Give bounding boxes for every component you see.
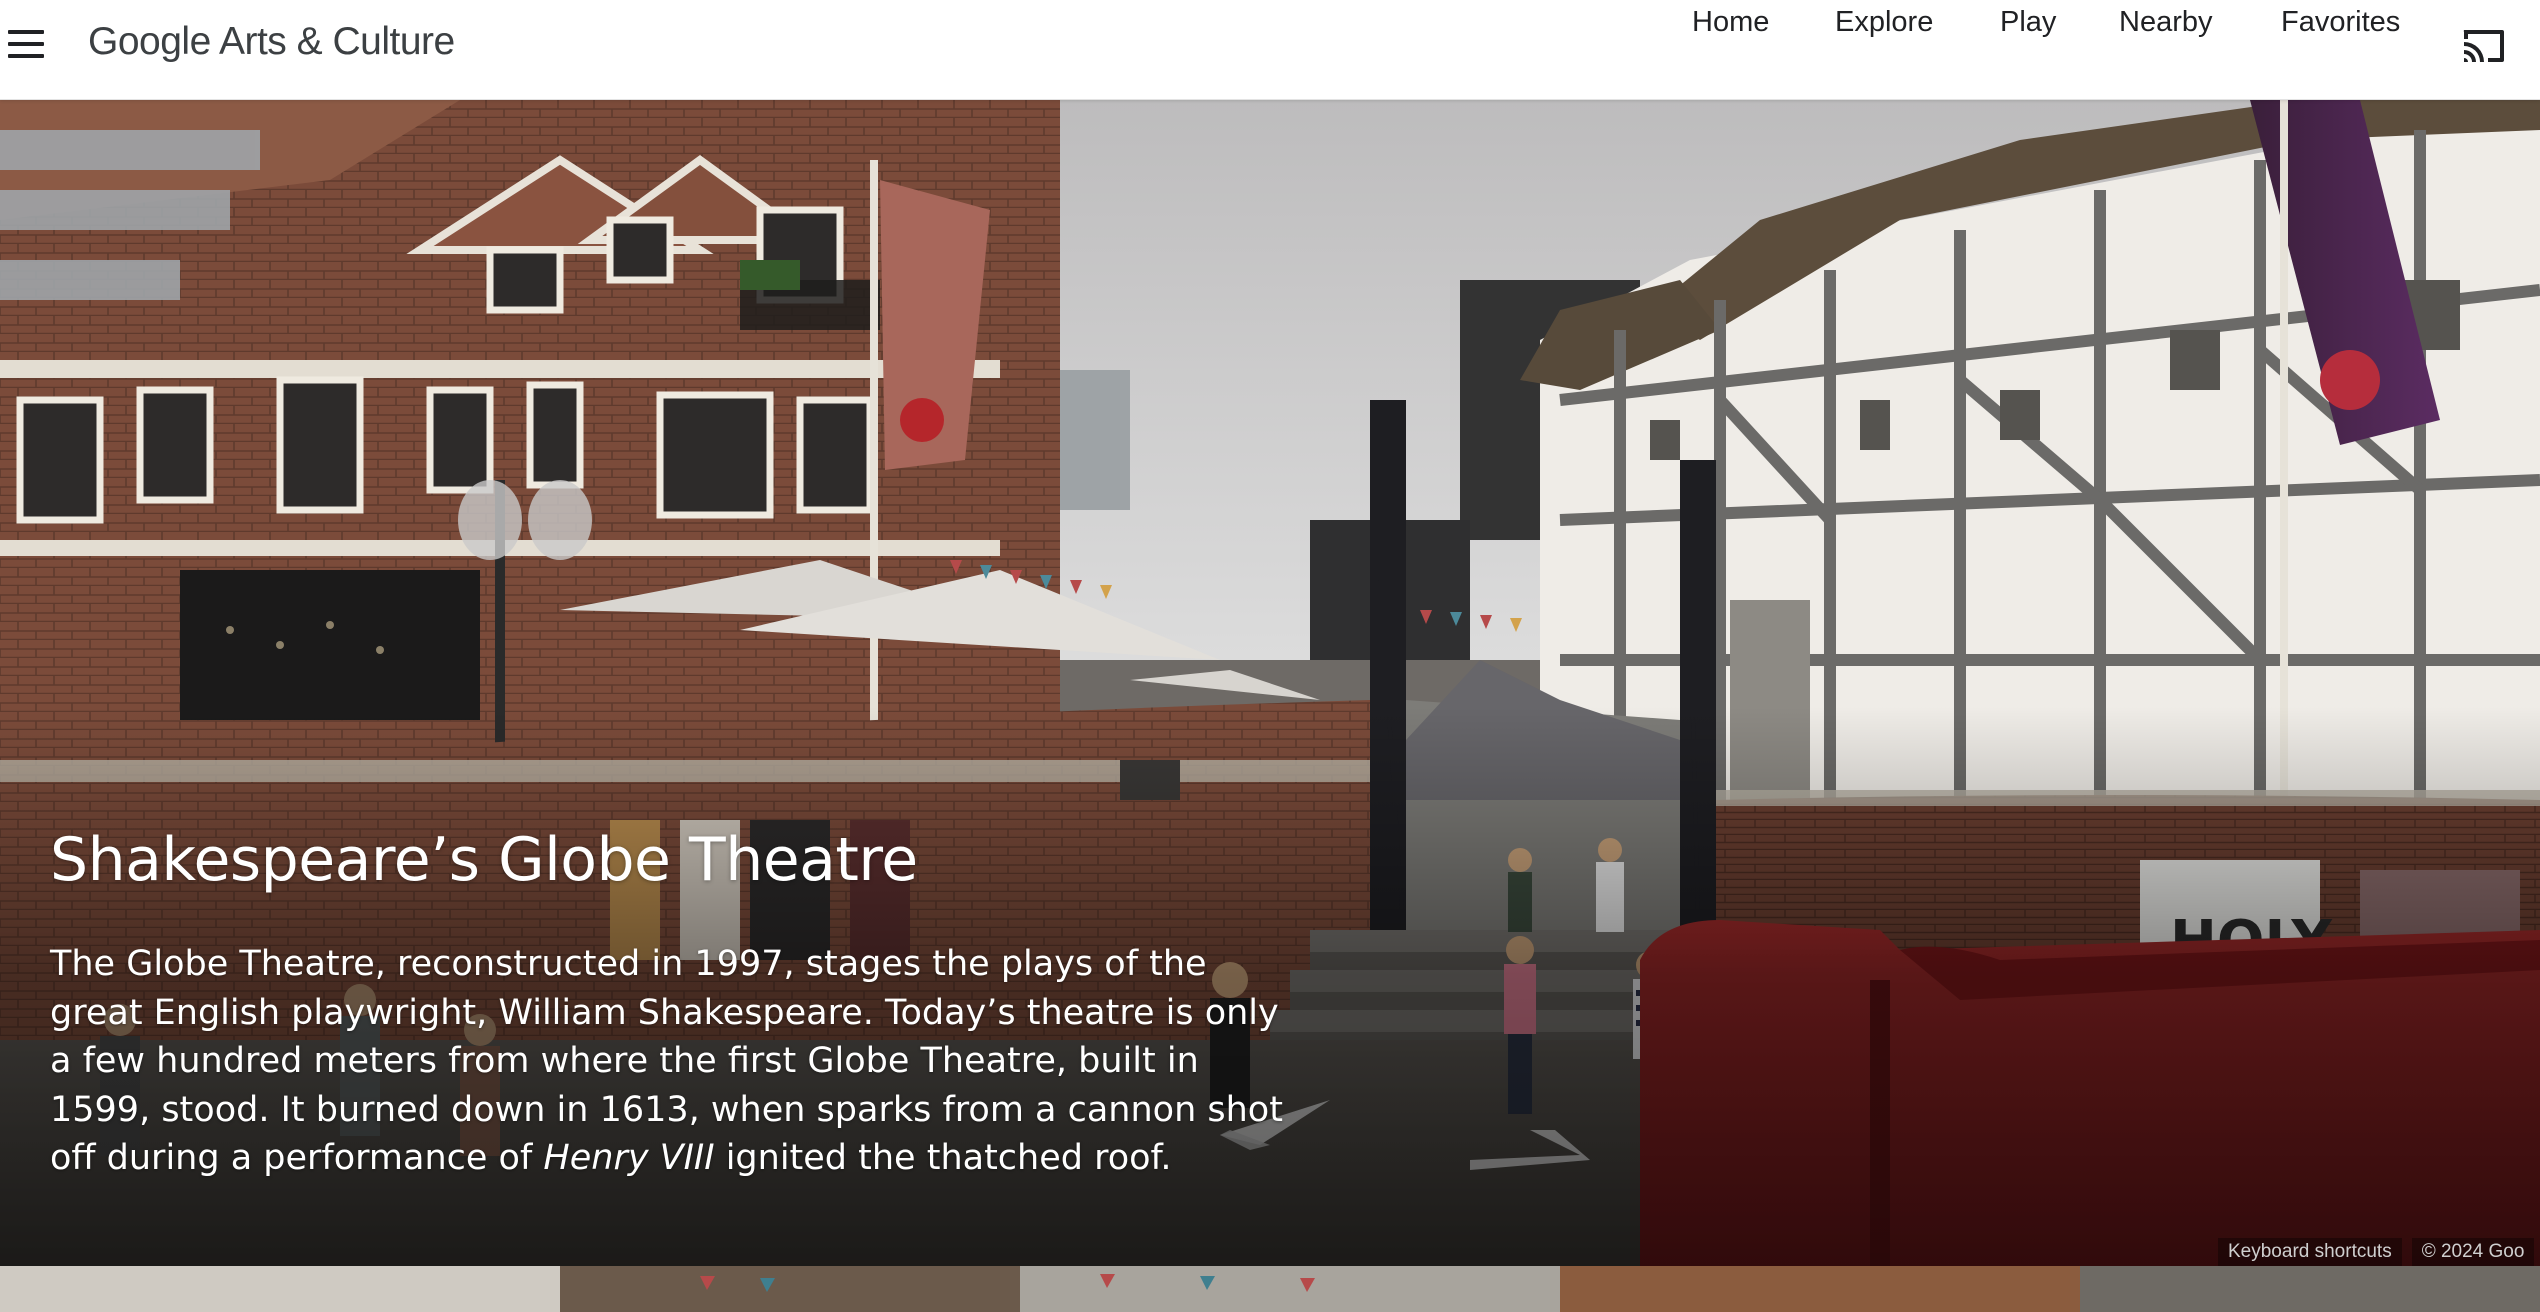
description-italic-title: Henry VIII xyxy=(543,1138,715,1178)
nav-favorites[interactable]: Favorites xyxy=(2281,0,2400,44)
copyright-text: © 2024 Goo xyxy=(2411,1238,2535,1266)
place-info-panel: Shakespeare’s Globe Theatre The Globe Th… xyxy=(50,820,1300,1183)
map-attribution: Keyboard shortcuts © 2024 Goo xyxy=(2218,1238,2535,1266)
street-view-hero[interactable]: HOLY Shakespeare’s Globe T xyxy=(0,100,2540,1266)
logo-arts-culture-words: Arts & Culture xyxy=(210,20,455,63)
google-arts-culture-logo[interactable]: Google Arts & Culture xyxy=(88,20,455,72)
logo-google-word: Google xyxy=(88,20,211,63)
menu-line xyxy=(8,42,44,46)
keyboard-shortcuts-link[interactable]: Keyboard shortcuts xyxy=(2218,1238,2402,1266)
menu-line xyxy=(8,30,44,34)
nav-explore[interactable]: Explore xyxy=(1835,0,1933,44)
next-panorama-strip[interactable] xyxy=(0,1266,2540,1312)
description-text-end: ignited the thatched roof. xyxy=(714,1138,1172,1178)
place-description: The Globe Theatre, reconstructed in 1997… xyxy=(50,940,1300,1183)
nav-nearby[interactable]: Nearby xyxy=(2119,0,2213,44)
menu-line xyxy=(8,54,44,58)
nav-home[interactable]: Home xyxy=(1692,0,1769,44)
place-title: Shakespeare’s Globe Theatre xyxy=(50,825,918,895)
cast-icon[interactable] xyxy=(2458,22,2510,70)
top-app-bar: Google Arts & Culture Home Explore Play … xyxy=(0,0,2540,100)
nav-play[interactable]: Play xyxy=(2000,0,2056,44)
strip-image xyxy=(0,1266,2540,1312)
hamburger-menu-icon[interactable] xyxy=(4,22,52,70)
